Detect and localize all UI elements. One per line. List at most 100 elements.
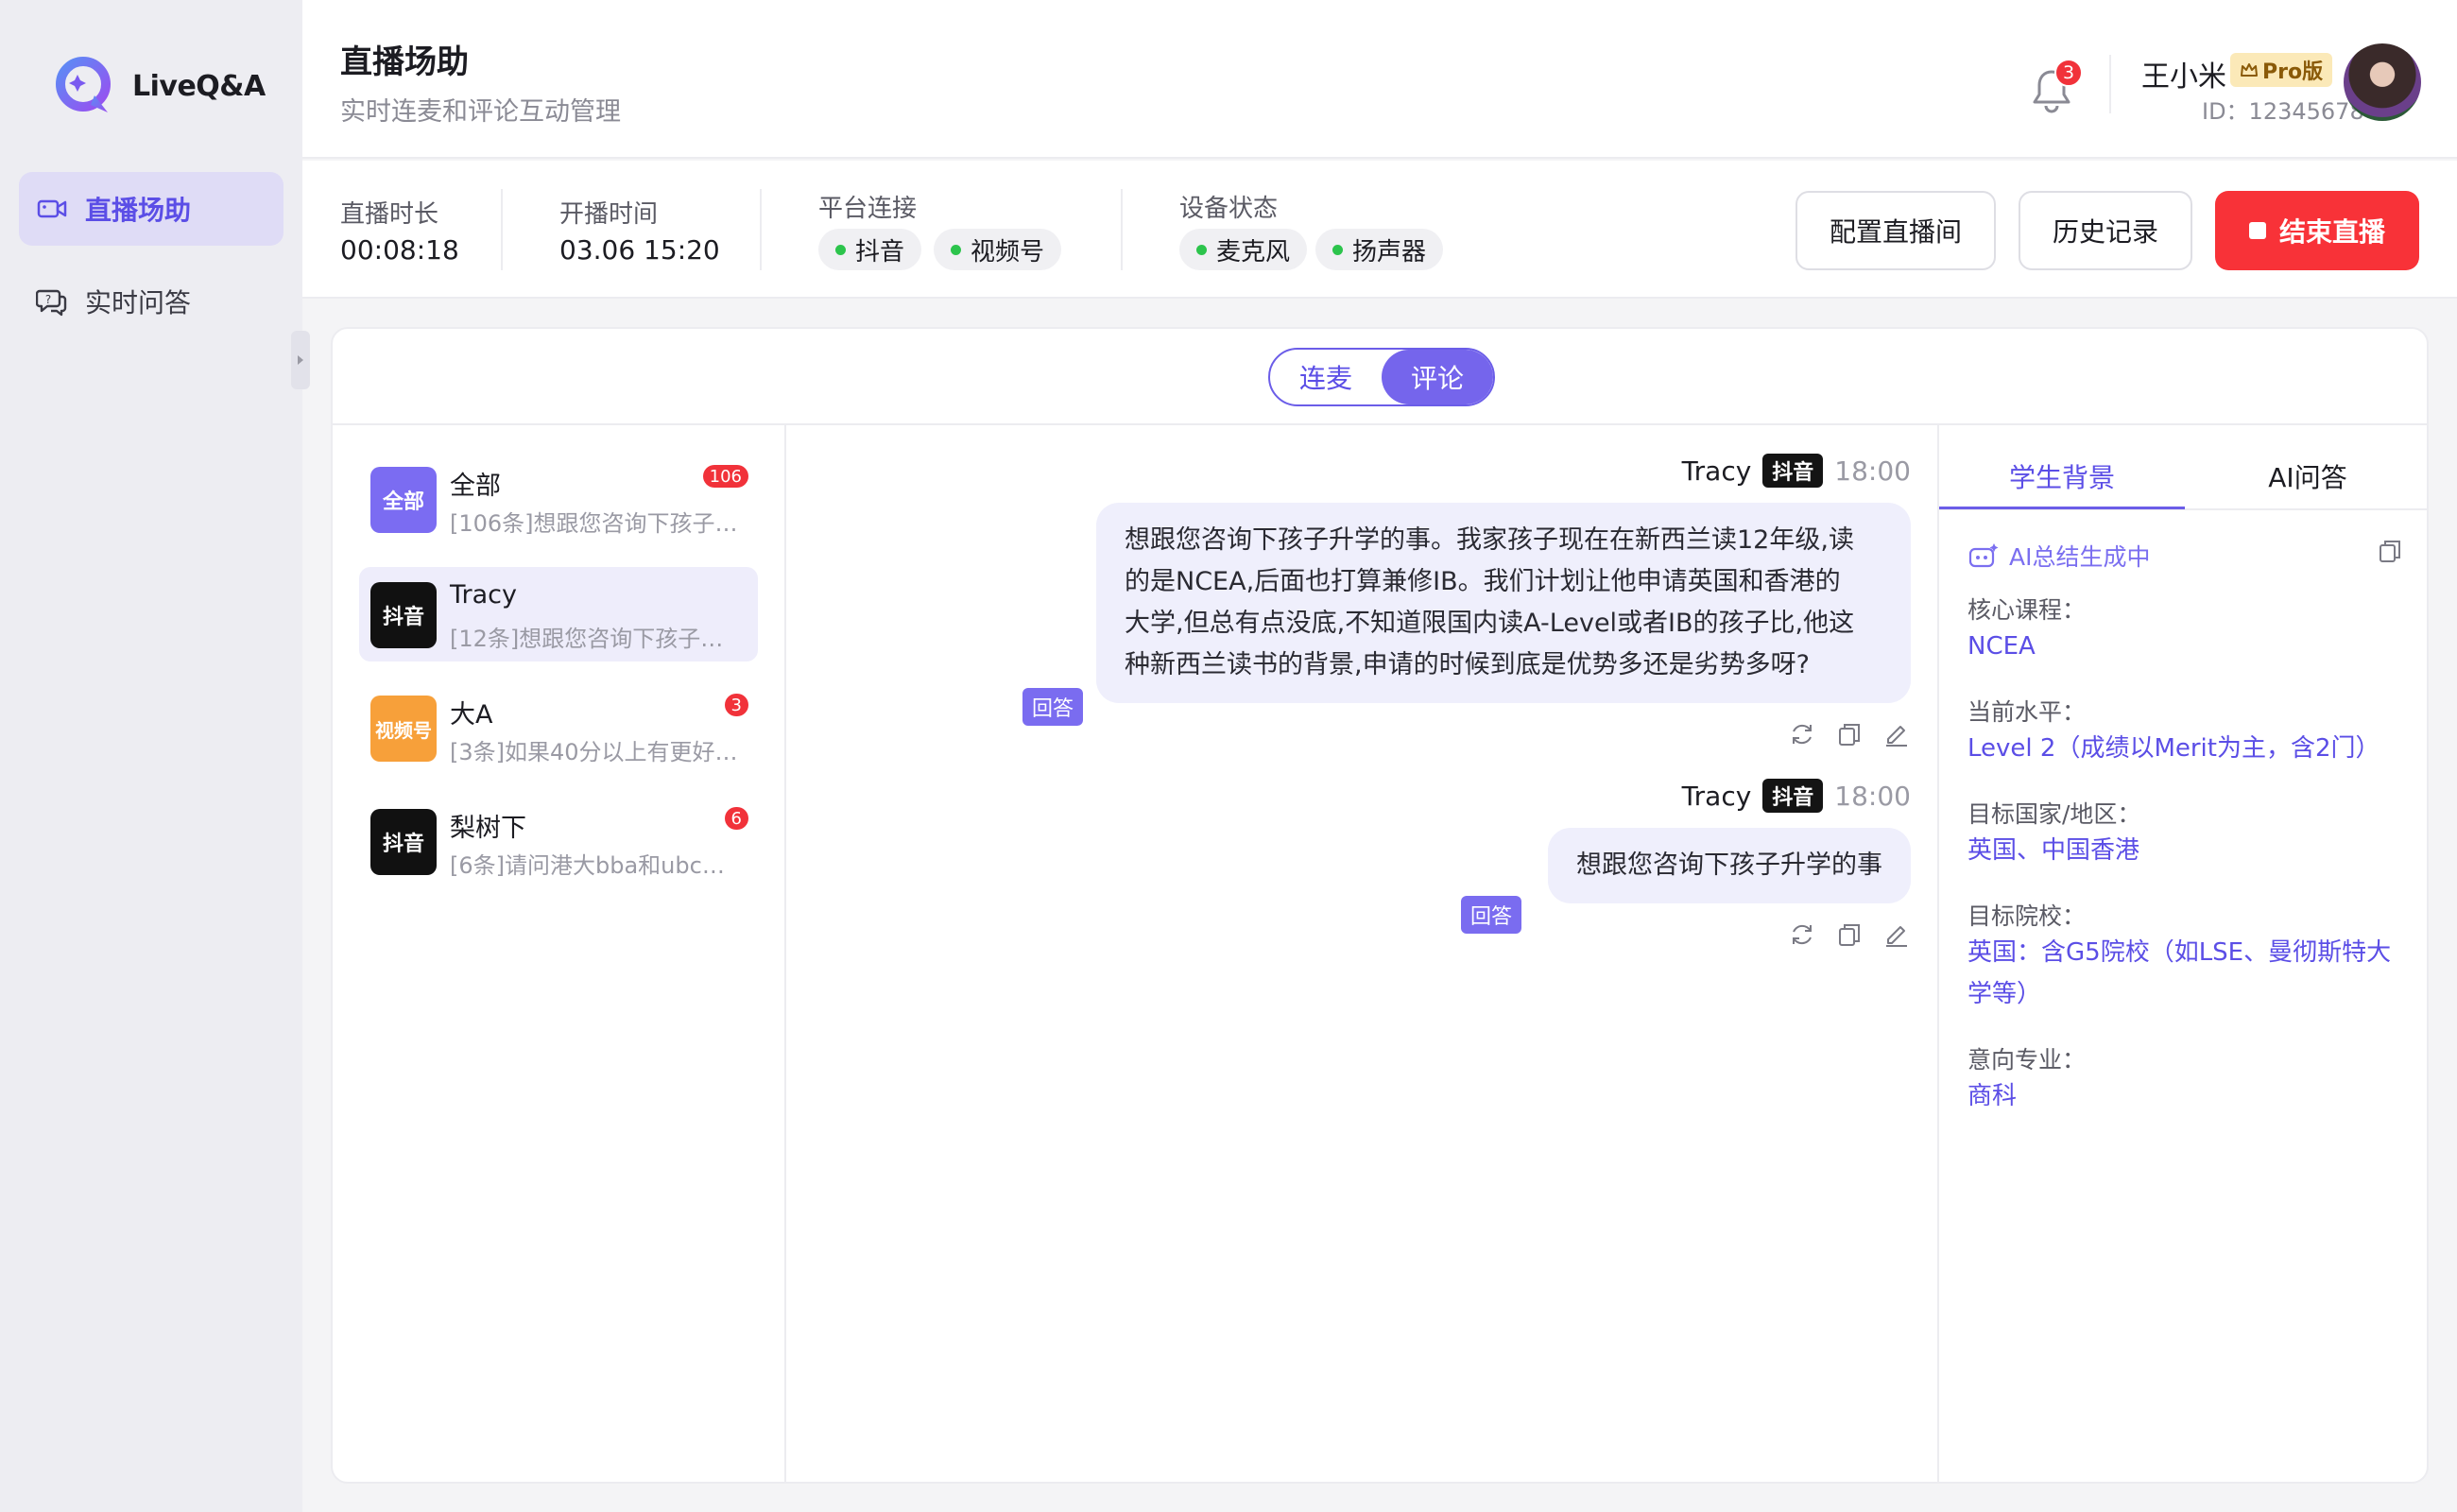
edit-icon[interactable] [1882,720,1911,748]
live-stats-bar: 直播时长 00:08:18 开播时间 03.06 15:20 平台连接 抖音 视… [302,161,2457,299]
message-sender: Tracy [1681,780,1752,812]
conversation-avatar: 抖音 [370,582,437,648]
chip-label: 视频号 [971,237,1045,266]
message-line: 想跟您咨询下孩子升学的事。我家孩子现在在新西兰读12年级,读 [1125,525,1854,555]
end-live-button[interactable]: 结束直播 [2215,191,2419,270]
tab-ai-qa[interactable]: AI问答 [2185,457,2431,495]
conversation-item-all[interactable]: 全部 全部 [106条]想跟您咨询下孩子升学的事 106 [359,452,758,546]
conversation-preview: [12条]想跟您咨询下孩子升学的事 [450,626,743,652]
edit-icon[interactable] [1882,920,1911,949]
toggle-option-mic-link[interactable]: 连麦 [1270,350,1382,404]
field-label-intended-major: 意向专业： [1967,1046,2087,1074]
device-chip-microphone: 麦克风 [1179,229,1308,270]
chip-label: 抖音 [855,237,905,266]
field-value-target-schools: 英国：含G5院校（如LSE、曼彻斯特大学等） [1967,938,2392,1008]
message-meta: Tracy 抖音 18:00 [1682,454,1911,488]
conversation-name: Tracy [450,580,517,610]
header-divider [2109,55,2111,113]
start-time-label: 开播时间 [559,200,659,229]
page-title: 直播场助 [340,43,469,81]
user-avatar[interactable] [2344,43,2421,121]
tab-student-background[interactable]: 学生背景 [1939,457,2185,495]
unread-badge: 106 [702,465,748,488]
chip-label: 麦克风 [1216,237,1291,266]
status-dot-icon [951,244,961,255]
configure-live-room-button[interactable]: 配置直播间 [1796,191,1996,270]
brand-name: LiveQ&A [132,69,266,103]
status-dot-icon [1196,244,1207,255]
message-line: 种新西兰读书的背景,申请的时候到底是优势多还是劣势多呀? [1125,650,1810,679]
duration-value: 00:08:18 [340,234,459,266]
history-button[interactable]: 历史记录 [2019,191,2192,270]
toggle-option-comments[interactable]: 评论 [1382,350,1493,404]
platform-connection-label: 平台连接 [818,195,918,223]
field-value-core-course: NCEA [1967,632,2036,661]
message-line: 想跟您咨询下孩子升学的事 [1576,850,1882,880]
logo-icon [53,54,117,118]
active-tab-indicator [1939,507,2185,509]
chat-area: Tracy 抖音 18:00 想跟您咨询下孩子升学的事。我家孩子现在在新西兰读1… [786,425,1937,1484]
interaction-panel: 连麦 评论 全部 全部 [106条]想跟您咨询下孩子升学的事 106 抖音 Tr… [331,327,2429,1484]
conversation-name: 全部 [450,472,501,501]
message-line: 大学,但总有点没底,不知道限国内读A-Level或者IB的孩子比,他这 [1125,609,1855,638]
message-bubble: 想跟您咨询下孩子升学的事 [1548,828,1911,903]
divider [1121,189,1123,270]
status-dot-icon [835,244,846,255]
platform-tag: 抖音 [1762,779,1824,813]
end-live-label: 结束直播 [2278,216,2385,248]
conversation-name: 大A [450,700,493,730]
sidebar-collapse-handle[interactable] [291,331,310,389]
field-value-intended-major: 商科 [1967,1082,2018,1110]
ai-summary-status: AI总结生成中 [1967,539,2150,573]
chip-label: 扬声器 [1352,237,1427,266]
unread-badge: 6 [724,807,748,830]
platform-tag: 抖音 [1762,454,1824,488]
user-name: 王小米 [2141,60,2226,94]
status-dot-icon [1332,244,1343,255]
reply-button[interactable]: 回答 [1022,688,1084,726]
message-time: 18:00 [1834,455,1911,487]
conversation-avatar: 抖音 [370,809,437,875]
divider [760,189,762,270]
video-camera-icon [36,193,68,225]
message-line: 的是NCEA,后面也打算兼修IB。我们计划让他申请英国和香港的 [1125,567,1841,596]
field-label-target-region: 目标国家/地区： [1967,800,2141,828]
refresh-icon[interactable] [1788,720,1816,748]
copy-icon[interactable] [1835,720,1864,748]
conversation-preview: [106条]想跟您咨询下孩子升学的事 [450,510,743,537]
duration-label: 直播时长 [340,200,439,229]
refresh-icon[interactable] [1788,920,1816,949]
field-label-current-level: 当前水平： [1967,698,2087,726]
copy-icon[interactable] [1835,920,1864,949]
mode-toggle: 连麦 评论 [1268,348,1495,406]
pro-badge-label: Pro版 [2262,60,2324,84]
conversation-preview: [3条]如果40分以上有更好的选择吗 [450,739,743,765]
app-logo[interactable]: LiveQ&A [53,53,266,119]
svg-text:?: ? [45,293,51,306]
conversation-item-lishuxia[interactable]: 抖音 梨树下 [6条]请问港大bba和ubc的区别 6 [359,794,758,888]
ai-robot-icon [1968,543,1999,568]
sidebar-item-live-assistant[interactable]: 直播场助 [19,172,284,246]
conversation-item-da-a[interactable]: 视频号 大A [3条]如果40分以上有更好的选择吗 3 [359,680,758,775]
conversation-preview: [6条]请问港大bba和ubc的区别 [450,852,743,879]
conversation-name: 梨树下 [450,814,526,843]
user-id: ID：12345678 [2202,98,2364,125]
copy-icon[interactable] [2376,537,2404,565]
sidebar-item-live-qa[interactable]: ? 实时问答 [19,265,284,338]
conversation-item-tracy[interactable]: 抖音 Tracy [12条]想跟您咨询下孩子升学的事 [359,567,758,662]
field-label-core-course: 核心课程： [1967,596,2087,624]
device-status-label: 设备状态 [1179,195,1279,223]
message-time: 18:00 [1834,780,1911,812]
message-actions [1788,720,1911,748]
field-value-target-region: 英国、中国香港 [1967,836,2140,865]
platform-chip-douyin: 抖音 [818,229,922,270]
unread-badge: 3 [724,694,748,716]
field-value-current-level: Level 2（成绩以Merit为主，含2门） [1967,734,2380,763]
message-bubble: 想跟您咨询下孩子升学的事。我家孩子现在在新西兰读12年级,读 的是NCEA,后面… [1096,503,1911,703]
divider [501,189,503,270]
conversation-avatar: 全部 [370,467,437,533]
page-subtitle: 实时连麦和评论互动管理 [340,97,621,127]
reply-button[interactable]: 回答 [1461,896,1522,934]
sidebar-item-label: 直播场助 [85,195,192,226]
device-chip-speaker: 扬声器 [1315,229,1444,270]
